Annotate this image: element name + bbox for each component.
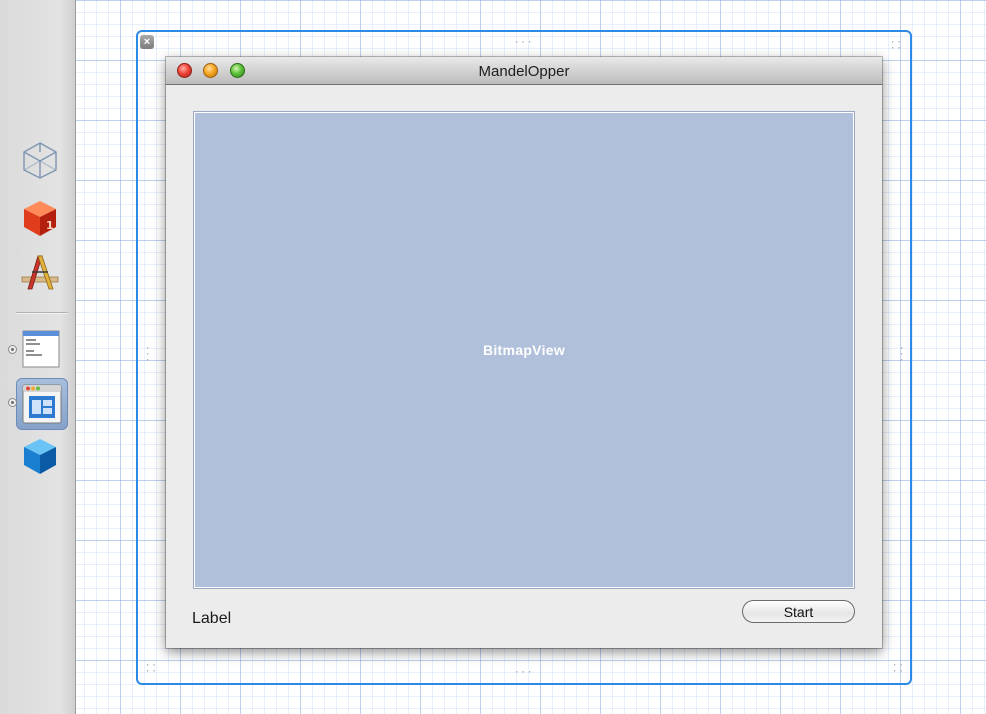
resize-grip-bottom-right-icon[interactable]: ·· ··	[892, 662, 905, 677]
document-objects-sidebar: 1	[0, 0, 76, 714]
close-editor-icon[interactable]: ×	[140, 35, 154, 49]
resize-grip-bottom-left-icon[interactable]: ·· ··	[145, 662, 158, 677]
resize-grip-right-icon[interactable]: · · ·	[899, 345, 905, 366]
bitmap-view-label: BitmapView	[482, 342, 566, 358]
disclosure-dot-icon[interactable]	[8, 345, 17, 354]
sidebar-separator	[16, 312, 68, 314]
resize-grip-left-icon[interactable]: · · ·	[145, 345, 151, 366]
resize-grip-top-right-icon[interactable]: ·· ··	[890, 39, 903, 54]
window-titlebar[interactable]: MandelOpper	[166, 57, 882, 85]
disclosure-dot-icon[interactable]	[8, 398, 17, 407]
main-menu-icon[interactable]	[22, 330, 60, 368]
application-icon[interactable]	[20, 252, 60, 292]
status-label[interactable]: Label	[192, 610, 231, 628]
first-responder-cube-icon[interactable]: 1	[20, 198, 60, 238]
bitmap-view[interactable]: BitmapView	[193, 111, 855, 589]
object-cube-icon[interactable]	[20, 140, 60, 180]
resize-grip-top-icon[interactable]: ···	[514, 39, 533, 48]
svg-text:1: 1	[46, 219, 54, 232]
resize-grip-bottom-icon[interactable]: ···	[514, 669, 533, 678]
window-title: MandelOpper	[478, 63, 570, 80]
app-delegate-cube-icon[interactable]	[20, 436, 60, 476]
mandelopper-window[interactable]: MandelOpper BitmapView Label Start	[166, 57, 882, 648]
start-button[interactable]: Start	[742, 600, 855, 623]
window-icon[interactable]	[22, 384, 62, 424]
